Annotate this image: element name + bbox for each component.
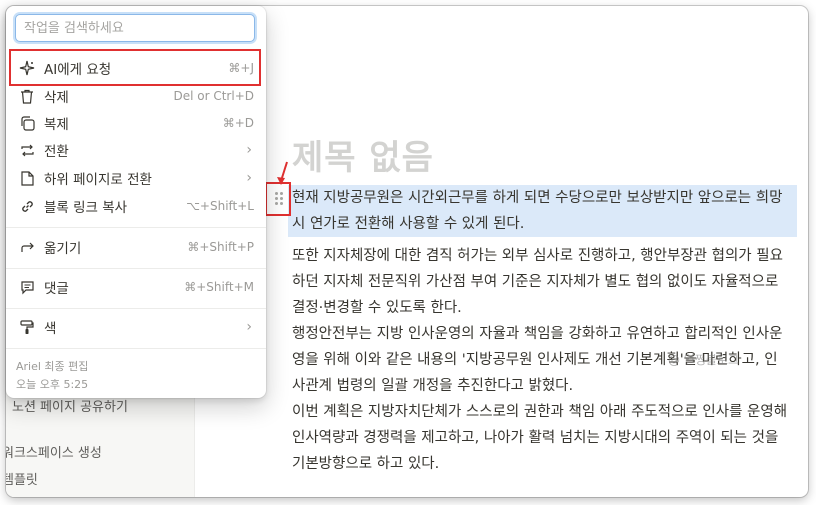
paragraph-line: 하던 지자체 전문직위 가산점 부여 기준은 지자체가 별도 협의 없이도 자율… <box>292 274 779 290</box>
menu-item-turn-into-subpage[interactable]: 하위 페이지로 전환 › <box>10 165 262 191</box>
shortcut-label: ⌘+Shift+P <box>187 240 254 254</box>
comment-icon <box>12 280 42 295</box>
block-action-menu: AI에게 요청 ⌘+J 삭제 Del or Ctrl+D 복제 ⌘+D 전환 ›… <box>6 6 266 398</box>
menu-item-turn-into[interactable]: 전환 › <box>10 137 262 163</box>
watermark: @ 얼쩡블로그 <box>668 353 740 367</box>
duplicate-icon <box>12 115 42 131</box>
drag-handle-icon <box>275 192 283 206</box>
chevron-right-icon: › <box>246 142 252 158</box>
last-edited-time: 오늘 오후 5:25 <box>16 378 89 391</box>
sidebar-item-templates[interactable]: 템플릿 <box>6 469 38 488</box>
sidebar-item-create-workspace[interactable]: 워크스페이스 생성 <box>6 442 102 461</box>
shortcut-label: ⌘+D <box>222 116 254 130</box>
menu-divider <box>6 268 266 269</box>
menu-divider <box>6 227 266 228</box>
menu-item-label: 하위 페이지로 전환 <box>44 172 152 188</box>
last-edited-by: Ariel 최종 편집 <box>16 360 89 373</box>
menu-item-label: 색 <box>44 321 57 337</box>
paragraph-line: 사관계 법령의 일괄 개정을 추진한다고 밝혔다. <box>292 378 574 394</box>
paragraph-line: 결정·변경할 수 있도록 한다. <box>292 300 462 316</box>
menu-item-label: 복제 <box>44 117 69 133</box>
paragraph-line: 인사역량과 경쟁력을 제고하고, 나아가 활력 넘치는 지방시대의 주역이 되는… <box>292 430 779 446</box>
paragraph-block[interactable]: 또한 지자체장에 대한 겸직 허가는 외부 심사로 진행하고, 행안부장관 협의… <box>292 243 797 321</box>
paragraph-line: 이번 계획은 지방자치단체가 스스로의 권한과 책임 아래 주도적으로 인사를 … <box>292 404 788 420</box>
menu-item-label: 블록 링크 복사 <box>44 200 128 216</box>
chevron-right-icon: › <box>246 170 252 186</box>
shortcut-label: ⌥+Shift+L <box>186 199 254 213</box>
paragraph-line: 현재 지방공무원은 시간외근무를 하게 되면 수당으로만 보상받지만 앞으로는 … <box>292 190 783 206</box>
menu-item-copy-block-link[interactable]: 블록 링크 복사 ⌥+Shift+L <box>10 193 262 219</box>
menu-item-delete[interactable]: 삭제 Del or Ctrl+D <box>10 83 262 109</box>
menu-item-duplicate[interactable]: 복제 ⌘+D <box>10 110 262 136</box>
annotation-highlight-box <box>9 49 261 86</box>
paragraph-line: 시 연가로 전환해 사용할 수 있게 된다. <box>292 216 525 232</box>
paint-roller-icon <box>12 319 42 335</box>
menu-item-label: 전환 <box>44 144 69 160</box>
link-icon <box>12 199 42 214</box>
paragraph-line: 또한 지자체장에 대한 겸직 허가는 외부 심사로 진행하고, 행안부장관 협의… <box>292 248 783 264</box>
menu-item-color[interactable]: 색 › <box>10 314 262 340</box>
shortcut-label: Del or Ctrl+D <box>173 89 254 103</box>
paragraph-block[interactable]: 이번 계획은 지방자치단체가 스스로의 권한과 책임 아래 주도적으로 인사를 … <box>292 399 797 477</box>
menu-item-label: 댓글 <box>44 281 69 297</box>
chevron-right-icon: › <box>246 319 252 335</box>
move-arrow-icon <box>12 241 42 254</box>
page-icon <box>12 170 42 186</box>
menu-item-move-to[interactable]: 옮기기 ⌘+Shift+P <box>10 234 262 260</box>
drag-handle[interactable] <box>265 182 291 216</box>
menu-item-label: 삭제 <box>44 90 69 106</box>
menu-item-label: 옮기기 <box>44 241 82 257</box>
menu-divider <box>6 308 266 309</box>
turn-into-icon <box>12 143 42 158</box>
page-title[interactable]: 제목 없음 <box>292 130 434 179</box>
paragraph-line: 행정안전부는 지방 인사운영의 자율과 책임을 강화하고 유연하고 합리적인 인… <box>292 326 783 342</box>
menu-divider <box>6 348 266 349</box>
sidebar-item-share-page[interactable]: 노션 페이지 공유하기 <box>12 396 128 415</box>
editor: 제목 없음 현재 지방공무원은 시간외근무를 하게 되면 수당으로만 보상받지만… <box>195 6 808 497</box>
menu-item-comment[interactable]: 댓글 ⌘+Shift+M <box>10 274 262 300</box>
trash-icon <box>12 89 42 104</box>
search-actions-input[interactable] <box>15 14 255 42</box>
paragraph-block-selected[interactable]: 현재 지방공무원은 시간외근무를 하게 되면 수당으로만 보상받지만 앞으로는 … <box>288 185 797 237</box>
shortcut-label: ⌘+Shift+M <box>184 280 254 294</box>
paragraph-line: 기본방향으로 하고 있다. <box>292 456 440 472</box>
